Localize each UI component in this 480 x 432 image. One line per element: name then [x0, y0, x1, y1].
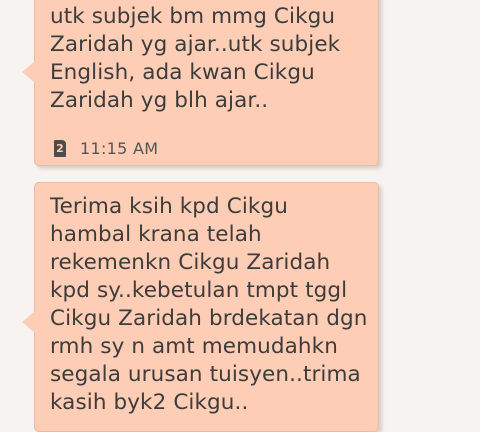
message-timestamp: 11:15 AM: [80, 138, 159, 158]
message-meta: 2 11:15 AM: [54, 138, 158, 158]
message-bubble[interactable]: Terima ksih kpd Cikgu hambal krana telah…: [22, 182, 379, 432]
message-text: anak2 mari pe yg diajrkn.. utk subjek bm…: [50, 0, 341, 113]
sim-card-icon: 2: [54, 139, 66, 157]
message-bubble[interactable]: anak2 mari pe yg diajrkn.. utk subjek bm…: [22, 0, 379, 166]
message-text: Terima ksih kpd Cikgu hambal krana telah…: [50, 194, 368, 415]
